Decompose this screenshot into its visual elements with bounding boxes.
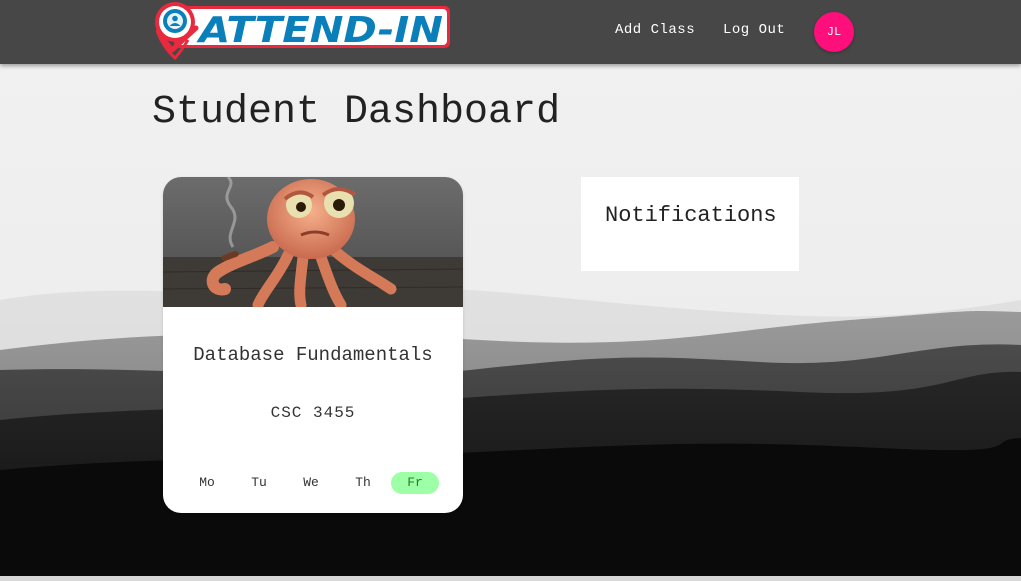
course-name: Database Fundamentals — [193, 344, 433, 366]
class-card[interactable]: Database Fundamentals CSC 3455 Mo Tu We … — [163, 177, 463, 513]
day-thursday: Th — [355, 475, 371, 490]
add-class-link[interactable]: Add Class — [615, 22, 695, 38]
logo-text: ATTEND-IN — [196, 10, 443, 51]
day-wednesday: We — [303, 475, 319, 490]
page-title: Student Dashboard — [152, 90, 561, 135]
day-tuesday: Tu — [251, 475, 267, 490]
course-code: CSC 3455 — [270, 404, 356, 422]
notifications-panel: Notifications — [581, 177, 799, 271]
notifications-title: Notifications — [605, 203, 777, 228]
mountain-background — [0, 0, 1021, 581]
log-out-link[interactable]: Log Out — [723, 22, 785, 38]
day-friday: Fr — [391, 472, 439, 494]
user-avatar[interactable]: JL — [814, 12, 854, 52]
day-monday: Mo — [199, 475, 215, 490]
octopus-illustration-image — [163, 177, 463, 307]
top-navbar: ATTEND-IN Add Class Log Out JL — [0, 0, 1021, 64]
attend-in-logo[interactable]: ATTEND-IN — [152, 0, 452, 62]
meeting-days: Mo Tu We Th Fr — [183, 472, 443, 494]
